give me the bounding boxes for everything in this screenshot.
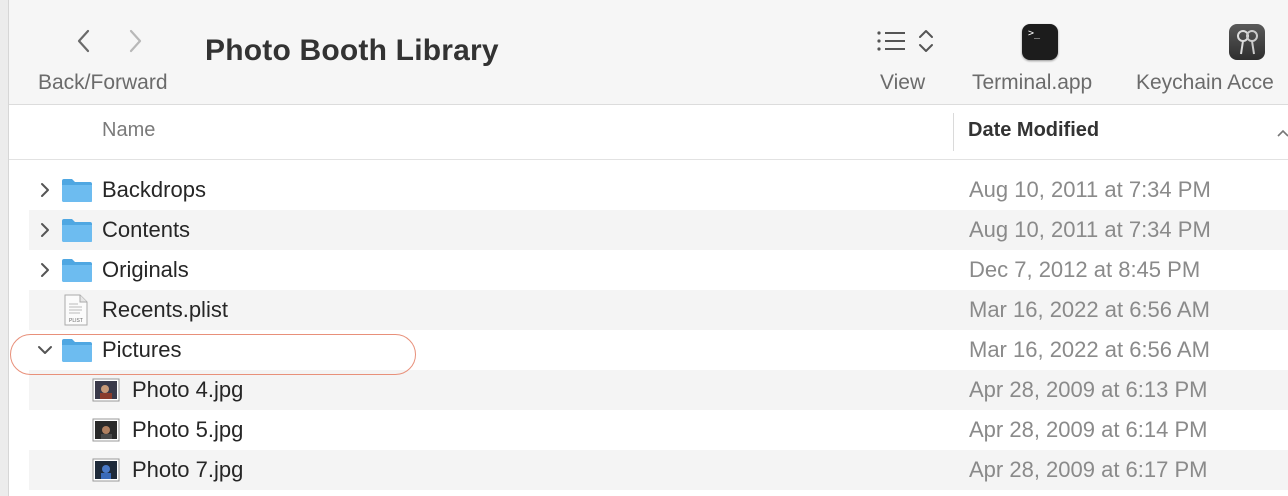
file-name: Backdrops	[102, 177, 206, 202]
keychain-label[interactable]: Keychain Acce	[1136, 71, 1274, 95]
file-name: Photo 7.jpg	[132, 457, 244, 482]
folder-icon	[62, 259, 92, 282]
file-date: Apr 28, 2009 at 6:14 PM	[969, 417, 1208, 442]
chevron-left-icon	[77, 29, 90, 53]
view-label: View	[880, 71, 926, 94]
keys-icon	[1237, 30, 1258, 55]
back-forward-label: Back/Forward	[38, 71, 168, 94]
list-item-originals[interactable]: Originals Dec 7, 2012 at 8:45 PM	[29, 250, 1288, 290]
file-date: Apr 28, 2009 at 6:17 PM	[969, 457, 1208, 482]
image-thumbnail-icon	[92, 418, 120, 442]
column-header: Name Date Modified	[9, 105, 1288, 160]
plist-document-icon: PLIST	[64, 294, 88, 326]
keychain-access-icon[interactable]	[1229, 24, 1265, 60]
file-name: Recents.plist	[102, 297, 228, 322]
file-name: Photo 4.jpg	[132, 377, 244, 402]
list-item-contents[interactable]: Contents Aug 10, 2011 at 7:34 PM	[29, 210, 1288, 250]
forward-button[interactable]	[121, 26, 149, 56]
chevron-right-icon	[41, 223, 49, 237]
name-column-header[interactable]: Name	[102, 119, 155, 142]
list-item-photo-5[interactable]: Photo 5.jpg Apr 28, 2009 at 6:14 PM	[29, 410, 1288, 450]
disclosure-triangle-expanded[interactable]	[35, 340, 55, 360]
list-item-photo-7[interactable]: Photo 7.jpg Apr 28, 2009 at 6:17 PM	[29, 450, 1288, 490]
folder-icon	[62, 339, 92, 362]
list-item-backdrops[interactable]: Backdrops Aug 10, 2011 at 7:34 PM	[29, 170, 1288, 210]
list-item-photo-4[interactable]: Photo 4.jpg Apr 28, 2009 at 6:13 PM	[29, 370, 1288, 410]
back-button[interactable]	[70, 26, 98, 56]
file-name: Photo 5.jpg	[132, 417, 244, 442]
disclosure-triangle[interactable]	[35, 260, 55, 280]
disclosure-triangle[interactable]	[35, 220, 55, 240]
image-thumbnail-icon	[92, 458, 120, 482]
sort-ascending-icon	[1277, 129, 1288, 137]
file-name: Contents	[102, 217, 191, 242]
plist-icon-text: PLIST	[69, 318, 83, 324]
disclosure-triangle[interactable]	[35, 180, 55, 200]
list-view-icon	[877, 31, 905, 51]
folder-icon	[62, 179, 92, 202]
file-name: Pictures	[102, 337, 182, 362]
file-date: Mar 16, 2022 at 6:56 AM	[969, 297, 1210, 322]
column-divider[interactable]	[953, 113, 954, 151]
window-left-edge	[0, 0, 9, 496]
chevron-right-icon	[129, 29, 142, 53]
chevron-right-icon	[41, 263, 49, 277]
folder-icon	[62, 219, 92, 242]
view-button[interactable]	[875, 26, 935, 58]
list-item-recents-plist[interactable]: PLIST Recents.plist Mar 16, 2022 at 6:56…	[29, 290, 1288, 330]
image-thumbnail-icon	[92, 378, 120, 402]
file-date: Aug 10, 2011 at 7:34 PM	[969, 177, 1211, 202]
file-date: Mar 16, 2022 at 6:56 AM	[969, 337, 1210, 362]
file-date: Aug 10, 2011 at 7:34 PM	[969, 217, 1211, 242]
date-modified-column-header[interactable]: Date Modified	[968, 119, 1099, 142]
terminal-prompt: >_	[1028, 28, 1041, 39]
terminal-label[interactable]: Terminal.app	[972, 71, 1092, 95]
list-item-pictures[interactable]: Pictures Mar 16, 2022 at 6:56 AM	[29, 330, 1288, 370]
file-date: Apr 28, 2009 at 6:13 PM	[969, 377, 1208, 402]
file-name: Originals	[102, 257, 189, 282]
chevron-down-icon	[38, 346, 52, 354]
window-title: Photo Booth Library	[205, 34, 499, 67]
toolbar: Back/Forward Photo Booth Library View >_…	[9, 0, 1288, 105]
terminal-app-icon[interactable]: >_	[1022, 24, 1058, 60]
chevron-right-icon	[41, 183, 49, 197]
up-down-chevron-icon	[919, 30, 933, 52]
file-date: Dec 7, 2012 at 8:45 PM	[969, 257, 1201, 282]
